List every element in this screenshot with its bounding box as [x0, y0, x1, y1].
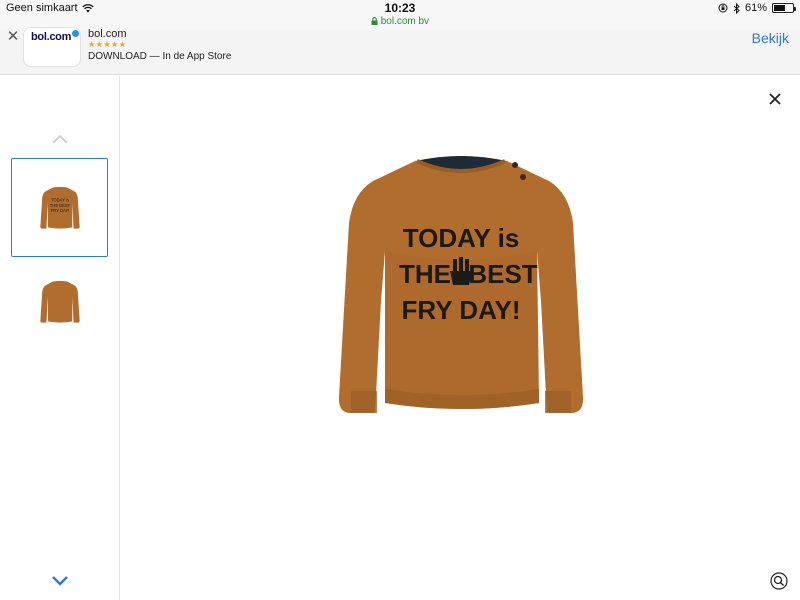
battery-percent: 61%: [744, 2, 767, 14]
orientation-lock-icon: [718, 3, 728, 13]
battery-level: [774, 5, 785, 11]
chevron-up-icon[interactable]: [50, 132, 70, 146]
svg-text:FRY DAY!: FRY DAY!: [50, 208, 69, 213]
sweater-back-thumbnail: [39, 280, 80, 323]
bluetooth-icon: [733, 2, 740, 14]
shirt-print-line2-left: THE: [399, 259, 451, 289]
thumbnail-rail: TODAY is THE BEST FRY DAY!: [0, 76, 120, 600]
address-bar[interactable]: bol.com bv: [0, 16, 800, 27]
lock-icon: [371, 17, 378, 25]
clock: 10:23: [384, 1, 416, 15]
logo-dot: [72, 30, 79, 37]
svg-text:TODAY is: TODAY is: [50, 197, 68, 202]
product-image: TODAY is THE BEST FRY DAY!: [338, 156, 584, 413]
thumbnail-back[interactable]: [11, 276, 108, 328]
star-rating: ★★★★★: [88, 40, 127, 49]
app-icon-logo: bol.com: [31, 31, 72, 43]
sweater-front-thumbnail: TODAY is THE BEST FRY DAY!: [39, 186, 80, 229]
thumbnail-front[interactable]: TODAY is THE BEST FRY DAY!: [11, 158, 108, 257]
url-text: bol.com bv: [380, 16, 430, 27]
app-icon[interactable]: bol.com: [23, 27, 81, 67]
image-viewer: TODAY is THE BEST FRY DAY!: [121, 76, 800, 600]
shirt-print-line3: FRY DAY!: [402, 295, 521, 325]
status-bar: Geen simkaart 10:23 bol.com bv 61%: [0, 0, 800, 30]
app-banner-subtitle: DOWNLOAD — In de App Store: [88, 51, 232, 62]
svg-text:THE BEST: THE BEST: [49, 203, 70, 208]
zoom-icon[interactable]: [770, 572, 788, 590]
shirt-print-line1: TODAY is: [403, 223, 520, 253]
battery-icon: [772, 3, 796, 13]
app-banner: ✕ bol.com bol.com ★★★★★ DOWNLOAD — In de…: [0, 27, 800, 75]
close-icon[interactable]: ✕: [6, 29, 20, 44]
close-icon[interactable]: [768, 92, 782, 106]
chevron-down-icon[interactable]: [50, 574, 70, 588]
shirt-print-line2-right: BEST: [468, 259, 537, 289]
view-app-button[interactable]: Bekijk: [752, 30, 789, 46]
app-name: bol.com: [88, 28, 127, 40]
status-indicators: 61%: [718, 2, 796, 14]
